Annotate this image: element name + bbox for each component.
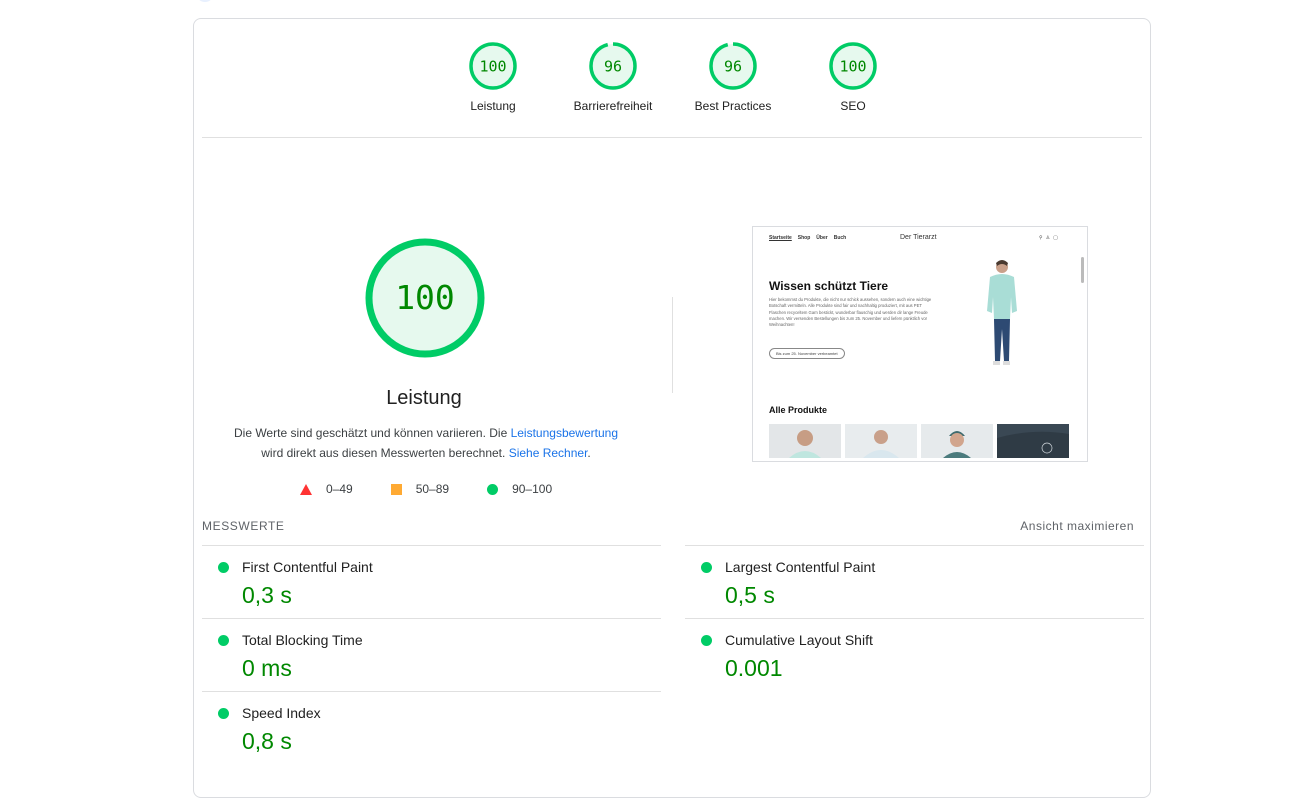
metric-label: Largest Contentful Paint	[725, 559, 876, 575]
gauge-score: 96	[604, 58, 622, 76]
divider	[202, 137, 1142, 138]
triangle-icon	[300, 483, 312, 495]
preview-nav-item: Buch	[833, 235, 847, 241]
preview-product-thumbnails	[769, 424, 1069, 458]
performance-description: Die Werte sind geschätzt und können vari…	[226, 423, 626, 463]
preview-header-icons: ⚲♙▢	[1039, 235, 1061, 241]
product-thumbnail	[845, 424, 917, 458]
pass-circle-icon	[218, 635, 229, 646]
metric-label: Speed Index	[242, 705, 321, 721]
expand-view-toggle[interactable]: Ansicht maximieren	[1020, 519, 1134, 533]
gauge-accessibility[interactable]: 96 Barrierefreiheit	[558, 41, 668, 113]
metric-value: 0,8 s	[242, 728, 292, 754]
gauge-ring: 96	[709, 42, 757, 90]
pass-circle-icon	[701, 635, 712, 646]
gauge-ring: 100	[469, 42, 517, 90]
desc-text: Die Werte sind geschätzt und können vari…	[233, 426, 511, 440]
product-thumbnail	[921, 424, 993, 458]
vertical-divider	[672, 297, 673, 393]
metrics-heading: MESSWERTE	[202, 519, 285, 533]
desc-text: .	[587, 446, 591, 460]
preview-headline: Wissen schützt Tiere	[769, 279, 889, 293]
gauge-performance[interactable]: 100 Leistung	[438, 41, 548, 113]
preview-nav: Startseite Shop Über Buch	[769, 235, 846, 241]
legend-label: 90–100	[512, 482, 553, 496]
metric-cls: Cumulative Layout Shift 0.001	[685, 618, 1144, 692]
desc-text: wird direkt aus diesen Messwerten berech…	[261, 446, 509, 460]
preview-section-title: Alle Produkte	[769, 405, 828, 415]
metric-value: 0 ms	[242, 655, 292, 681]
legend-label: 0–49	[326, 482, 353, 496]
score-legend: 0–49 50–89 90–100	[300, 482, 590, 496]
metric-label: Cumulative Layout Shift	[725, 632, 873, 648]
gauge-seo[interactable]: 100 SEO	[798, 41, 908, 113]
pass-circle-icon	[218, 708, 229, 719]
metric-lcp: Largest Contentful Paint 0,5 s	[685, 545, 1144, 619]
legend-average: 50–89	[390, 482, 450, 496]
preview-nav-item: Über	[816, 235, 828, 241]
preview-button: Bis zum 25. November verbeamtet	[769, 348, 845, 359]
pass-circle-icon	[701, 562, 712, 573]
product-thumbnail	[997, 424, 1069, 458]
gauge-best-practices[interactable]: 96 Best Practices	[678, 41, 788, 113]
metric-value: 0,3 s	[242, 582, 292, 608]
legend-fail: 0–49	[300, 482, 353, 496]
legend-pass: 90–100	[487, 482, 552, 496]
gauge-score: 100	[839, 58, 866, 76]
metric-value: 0.001	[725, 655, 783, 681]
gauge-label: Best Practices	[694, 99, 772, 113]
gauge-score: 96	[724, 58, 742, 76]
gauge-ring: 100	[829, 42, 877, 90]
final-screenshot-preview[interactable]: Startseite Shop Über Buch Der Tierarzt ⚲…	[752, 226, 1088, 462]
preview-nav-item: Shop	[797, 235, 811, 241]
metric-tbt: Total Blocking Time 0 ms	[202, 618, 661, 692]
preview-scrollbar	[1081, 257, 1084, 283]
preview-hero-person-image	[987, 260, 1017, 365]
gauge-label: Leistung	[470, 99, 516, 113]
metric-value: 0,5 s	[725, 582, 775, 608]
performance-score: 100	[395, 278, 455, 317]
square-icon	[390, 483, 402, 495]
preview-body-text: Hier bekommst du Produkte, die nicht nur…	[769, 297, 932, 328]
preview-nav-item: Startseite	[769, 235, 792, 241]
pass-circle-icon	[218, 562, 229, 573]
legend-label: 50–89	[415, 482, 450, 496]
gauge-score: 100	[479, 58, 506, 76]
circle-icon	[487, 483, 499, 495]
performance-title: Leistung	[386, 387, 462, 409]
gauge-label: SEO	[840, 99, 866, 113]
scoring-link[interactable]: Leistungsbewertung	[511, 426, 618, 440]
metric-label: Total Blocking Time	[242, 632, 363, 648]
metric-fcp: First Contentful Paint 0,3 s	[202, 545, 661, 619]
preview-brand: Der Tierarzt	[900, 234, 937, 241]
search-icon: ⚲	[1039, 235, 1046, 241]
top-decoration	[196, 0, 214, 2]
gauge-label: Barrierefreiheit	[573, 99, 653, 113]
gauge-ring: 96	[589, 42, 637, 90]
performance-gauge: 100	[364, 237, 486, 364]
performance-gauge-ring: 100	[365, 238, 485, 358]
category-gauges: 100 Leistung 96 Barrierefreiheit 96 Best…	[194, 41, 1150, 141]
lighthouse-report-card: 100 Leistung 96 Barrierefreiheit 96 Best…	[193, 18, 1151, 798]
calculator-link[interactable]: Siehe Rechner	[509, 446, 588, 460]
cart-icon: ▢	[1053, 235, 1061, 241]
metric-si: Speed Index 0,8 s	[202, 691, 661, 765]
metric-label: First Contentful Paint	[242, 559, 373, 575]
product-thumbnail	[769, 424, 841, 458]
